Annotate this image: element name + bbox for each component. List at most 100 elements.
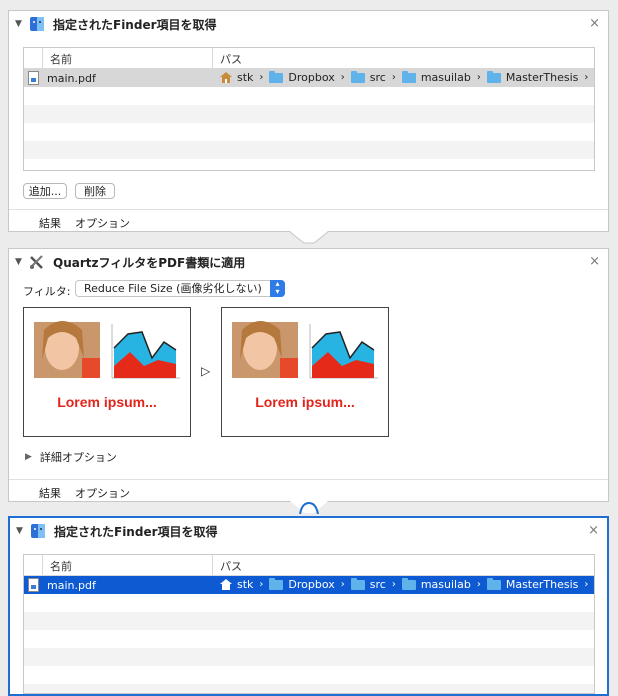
dropbox-folder-icon bbox=[269, 70, 284, 83]
close-icon[interactable]: × bbox=[589, 16, 600, 31]
action-connector bbox=[290, 231, 328, 244]
home-icon bbox=[220, 579, 232, 590]
column-header-path[interactable]: パス bbox=[220, 51, 242, 67]
table-row-empty bbox=[24, 666, 594, 684]
table-row-empty bbox=[24, 159, 594, 170]
action-title: 指定されたFinder項目を取得 bbox=[54, 524, 218, 539]
action-title: QuartzフィルタをPDF書類に適用 bbox=[53, 255, 246, 270]
chevron-right-icon: › bbox=[391, 72, 396, 83]
tab-options[interactable]: オプション bbox=[75, 485, 130, 501]
close-icon[interactable]: × bbox=[589, 254, 600, 269]
action-footer: 結果 オプション bbox=[9, 479, 608, 502]
table-header: 名前 パス bbox=[24, 555, 594, 576]
table-row-empty bbox=[24, 123, 594, 141]
folder-icon bbox=[401, 70, 416, 83]
action-card-get-finder-items: ▼ 指定されたFinder項目を取得 × 名前 パス main.pdf stk … bbox=[8, 10, 609, 232]
chevron-right-icon: › bbox=[340, 579, 345, 590]
preview-text: Lorem ipsum... bbox=[57, 394, 157, 410]
add-button[interactable]: 追加... bbox=[23, 183, 67, 199]
preview-original: Lorem ipsum... bbox=[23, 307, 191, 437]
path-cell: stk › Dropbox › src › masuilab › MasterT… bbox=[220, 70, 595, 84]
pdf-file-icon bbox=[28, 578, 39, 592]
action-header[interactable]: ▼ 指定されたFinder項目を取得 × bbox=[9, 11, 608, 37]
folder-icon bbox=[486, 577, 501, 590]
path-segment: masuilab bbox=[420, 71, 471, 84]
folder-icon bbox=[401, 577, 416, 590]
table-header: 名前 パス bbox=[24, 48, 594, 69]
folder-icon bbox=[350, 70, 365, 83]
arrow-right-icon: ▷ bbox=[201, 364, 211, 378]
file-name: main.pdf bbox=[47, 578, 96, 592]
table-row-empty bbox=[24, 612, 594, 630]
action-header[interactable]: ▼ 指定されたFinder項目を取得 × bbox=[10, 518, 607, 544]
folder-icon bbox=[594, 73, 595, 83]
column-header-path[interactable]: パス bbox=[220, 558, 242, 574]
tab-options[interactable]: オプション bbox=[75, 215, 130, 231]
file-name: main.pdf bbox=[47, 71, 96, 85]
table-row[interactable]: main.pdf stk › Dropbox › src › masuilab … bbox=[24, 69, 594, 87]
finder-items-table[interactable]: 名前 パス main.pdf stk › Dropbox › src › mas… bbox=[23, 47, 595, 171]
chevron-right-icon: › bbox=[476, 72, 481, 83]
path-segment: MasterThesis bbox=[505, 578, 579, 591]
chevron-right-icon: › bbox=[584, 579, 589, 590]
table-row-empty bbox=[24, 594, 594, 612]
finder-items-table[interactable]: 名前 パス main.pdf stk › Dropbox › src › mas… bbox=[23, 554, 595, 694]
preview-thumbnail bbox=[232, 321, 378, 379]
table-row-empty bbox=[24, 648, 594, 666]
details-label: 詳細オプション bbox=[39, 451, 117, 464]
table-row-selected[interactable]: main.pdf stk › Dropbox › src › masuilab … bbox=[24, 576, 594, 594]
path-segment: stk bbox=[237, 71, 254, 84]
select-arrows-icon: ▴ ▾ bbox=[270, 280, 285, 297]
preview-filtered: Lorem ipsum... bbox=[221, 307, 389, 437]
table-row-empty bbox=[24, 684, 594, 693]
home-icon bbox=[220, 72, 232, 83]
finder-icon bbox=[30, 523, 46, 539]
chevron-right-icon: › bbox=[391, 579, 396, 590]
chevron-right-icon: › bbox=[584, 72, 589, 83]
action-connector bbox=[290, 501, 328, 515]
path-segment: stk bbox=[237, 578, 254, 591]
dropbox-folder-icon bbox=[269, 577, 284, 590]
column-header-name[interactable]: 名前 bbox=[50, 558, 72, 574]
filter-select-value: Reduce File Size (画像劣化しない) bbox=[84, 282, 262, 295]
close-icon[interactable]: × bbox=[588, 523, 599, 538]
path-segment: masuilab bbox=[420, 578, 471, 591]
chevron-right-icon: › bbox=[259, 579, 264, 590]
preview-text: Lorem ipsum... bbox=[255, 394, 355, 410]
action-header[interactable]: ▼ QuartzフィルタをPDF書類に適用 × bbox=[9, 249, 608, 275]
filter-select[interactable]: Reduce File Size (画像劣化しない) ▴ ▾ bbox=[75, 280, 285, 297]
disclosure-triangle-icon[interactable]: ▼ bbox=[15, 257, 25, 267]
delete-button[interactable]: 削除 bbox=[75, 183, 115, 199]
disclosure-triangle-icon[interactable]: ▼ bbox=[16, 526, 26, 536]
tab-results[interactable]: 結果 bbox=[39, 215, 61, 231]
pdf-file-icon bbox=[28, 71, 39, 85]
path-segment: Dropbox bbox=[288, 578, 335, 591]
column-header-name[interactable]: 名前 bbox=[50, 51, 72, 67]
action-card-get-finder-items-selected: ▼ 指定されたFinder項目を取得 × 名前 パス main.pdf stk … bbox=[8, 516, 609, 696]
folder-icon bbox=[486, 70, 501, 83]
table-row-empty bbox=[24, 630, 594, 648]
action-title: 指定されたFinder項目を取得 bbox=[53, 17, 217, 32]
finder-icon bbox=[29, 16, 45, 32]
tools-icon bbox=[29, 254, 45, 270]
chevron-right-icon: › bbox=[259, 72, 264, 83]
chevron-right-icon: › bbox=[340, 72, 345, 83]
details-disclosure[interactable]: ▶ 詳細オプション bbox=[25, 449, 117, 465]
action-footer: 結果 オプション bbox=[9, 209, 608, 232]
row-name-cell: main.pdf bbox=[28, 578, 96, 592]
table-row-empty bbox=[24, 141, 594, 159]
table-row-empty bbox=[24, 105, 594, 123]
path-segment: src bbox=[369, 578, 386, 591]
disclosure-triangle-icon[interactable]: ▼ bbox=[15, 19, 25, 29]
filter-label: フィルタ: bbox=[23, 285, 71, 298]
path-segment: src bbox=[369, 71, 386, 84]
row-name-cell: main.pdf bbox=[28, 71, 96, 85]
action-card-quartz-filter: ▼ QuartzフィルタをPDF書類に適用 × フィルタ: Reduce Fil… bbox=[8, 248, 609, 502]
path-segment: MasterThesis bbox=[505, 71, 579, 84]
table-row-empty bbox=[24, 87, 594, 105]
path-cell: stk › Dropbox › src › masuilab › MasterT… bbox=[220, 577, 594, 591]
tab-results[interactable]: 結果 bbox=[39, 485, 61, 501]
chevron-right-icon: › bbox=[476, 579, 481, 590]
disclosure-triangle-icon: ▶ bbox=[25, 452, 32, 462]
folder-icon bbox=[350, 577, 365, 590]
